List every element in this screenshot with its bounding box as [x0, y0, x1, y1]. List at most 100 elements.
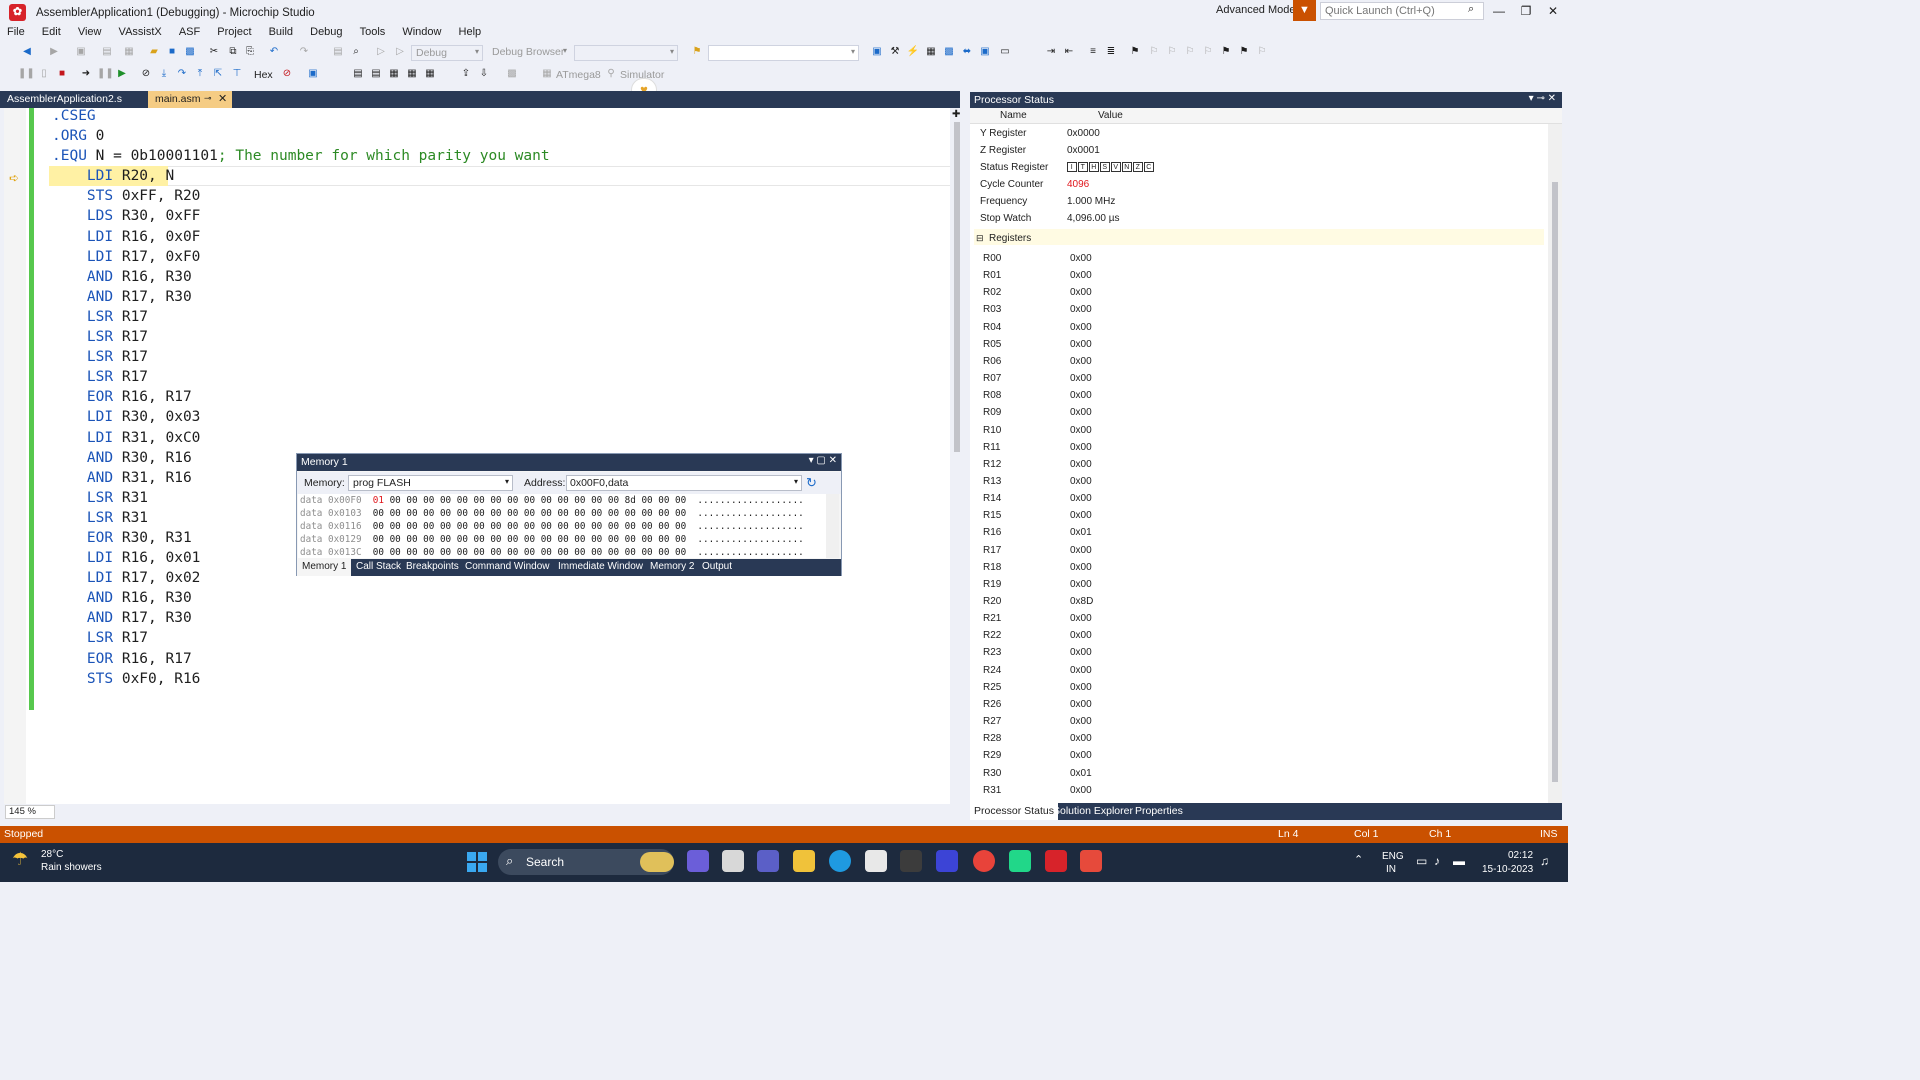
status-bit[interactable]: N: [1122, 162, 1132, 172]
prev-bookmark-icon[interactable]: ⚐: [1147, 45, 1161, 59]
copy-icon[interactable]: ⧉: [226, 45, 240, 59]
wand-icon[interactable]: ⚡: [906, 45, 920, 59]
close-button[interactable]: ✕: [1542, 4, 1564, 18]
code-line[interactable]: LDI R17, 0xF0: [52, 247, 550, 267]
source-code[interactable]: .CSEG .ORG 0 .EQU N = 0b10001101; The numb…: [52, 106, 550, 689]
editor-horizontal-scrollbar[interactable]: [56, 805, 950, 819]
disassembly-icon[interactable]: ⊘: [139, 67, 153, 81]
store-icon[interactable]: [865, 850, 887, 872]
calculator-icon[interactable]: ▦: [924, 45, 938, 59]
name-column-header[interactable]: Name: [1000, 110, 1027, 121]
panel-tab[interactable]: Processor Status: [970, 803, 1058, 820]
task-view-icon[interactable]: [722, 850, 744, 872]
open-folder-icon[interactable]: ▰: [147, 45, 161, 59]
register-value[interactable]: 0x00: [1070, 510, 1092, 521]
menu-file[interactable]: File: [0, 24, 32, 40]
memory-window-controls[interactable]: ▾ ▢ ✕: [809, 455, 837, 466]
status-value[interactable]: 4,096.00 µs: [1067, 213, 1119, 224]
code-line[interactable]: .ORG 0: [52, 126, 550, 146]
refresh-icon[interactable]: ↻: [806, 475, 817, 491]
tools-icon[interactable]: ⚒: [888, 45, 902, 59]
device-down-icon[interactable]: ⇩: [477, 67, 491, 81]
paste-icon[interactable]: ⎘: [243, 45, 257, 59]
collapse-icon[interactable]: ⊟: [976, 233, 984, 244]
menu-debug[interactable]: Debug: [303, 24, 349, 40]
device-icon[interactable]: ▦: [540, 67, 554, 81]
back-icon[interactable]: ◀: [20, 45, 34, 59]
disable-bookmarks-icon[interactable]: ⚐: [1255, 45, 1269, 59]
register-value[interactable]: 0x00: [1070, 750, 1092, 761]
editor-scroll-thumb[interactable]: [954, 122, 960, 452]
register-value[interactable]: 0x00: [1070, 442, 1092, 453]
status-value[interactable]: 1.000 MHz: [1067, 196, 1115, 207]
clear-bookmarks-icon[interactable]: ⚑: [1237, 45, 1251, 59]
redo-icon[interactable]: ↷: [297, 45, 311, 59]
code-line[interactable]: LDI R31, 0xC0: [52, 428, 550, 448]
step-over-icon[interactable]: ↷: [175, 67, 189, 81]
indicator-margin[interactable]: [4, 108, 26, 804]
status-value[interactable]: 0x0000: [1067, 128, 1100, 139]
configuration-dropdown[interactable]: Debug: [411, 45, 483, 61]
panel-window-controls[interactable]: ▾ ⊸ ✕: [1529, 93, 1556, 104]
code-line[interactable]: LDI R20, N: [52, 166, 550, 186]
processor-scroll-thumb[interactable]: [1552, 182, 1558, 782]
code-line[interactable]: STS 0xFF, R20: [52, 186, 550, 206]
bookmark-icon[interactable]: ⚑: [1128, 45, 1142, 59]
register-value[interactable]: 0x00: [1070, 253, 1092, 264]
window-layout-icon[interactable]: ▭: [998, 45, 1012, 59]
menu-help[interactable]: Help: [452, 24, 489, 40]
zoom-level[interactable]: 145 %: [5, 805, 55, 819]
panel-tab[interactable]: Properties: [1131, 803, 1187, 820]
menu-project[interactable]: Project: [210, 24, 258, 40]
memory-icon[interactable]: ▦: [405, 67, 419, 81]
tool-icon[interactable]: ⚲: [604, 67, 618, 81]
comment-icon[interactable]: ≡: [1086, 45, 1100, 59]
solution-icon[interactable]: ⚑: [690, 45, 704, 59]
split-icon[interactable]: ✚: [952, 109, 960, 120]
status-bit[interactable]: V: [1111, 162, 1121, 172]
volume-icon[interactable]: ♪: [1434, 854, 1440, 868]
memory-row[interactable]: data 0x013C 00 00 00 00 00 00 00 00 00 0…: [300, 547, 804, 558]
show-next-statement-icon[interactable]: ➜: [79, 67, 93, 81]
register-value[interactable]: 0x8D: [1070, 596, 1093, 607]
hex-toggle[interactable]: Hex: [254, 69, 273, 81]
pycharm-icon[interactable]: [1009, 850, 1031, 872]
prev-bookmark-folder-icon[interactable]: ⚐: [1183, 45, 1197, 59]
breakpoints-window-icon[interactable]: ▣: [306, 67, 320, 81]
language-indicator[interactable]: ENG: [1382, 851, 1404, 862]
battery-icon[interactable]: ▬: [1453, 854, 1465, 868]
memory-title-bar[interactable]: Memory 1 ▾ ▢ ✕: [297, 454, 841, 471]
search-icon[interactable]: ⌕: [1468, 3, 1474, 16]
tool-tab[interactable]: Immediate Window: [553, 559, 648, 576]
menu-vassistx[interactable]: VAssistX: [112, 24, 169, 40]
device-up-icon[interactable]: ⇪: [459, 67, 473, 81]
status-bit[interactable]: T: [1078, 162, 1088, 172]
close-tab-icon[interactable]: ✕: [218, 92, 227, 105]
register-value[interactable]: 0x00: [1070, 493, 1092, 504]
register-value[interactable]: 0x00: [1070, 390, 1092, 401]
stop-debugging-icon[interactable]: ■: [55, 67, 69, 81]
register-value[interactable]: 0x00: [1070, 733, 1092, 744]
register-value[interactable]: 0x00: [1070, 579, 1092, 590]
menu-build[interactable]: Build: [262, 24, 300, 40]
code-line[interactable]: STS 0xF0, R16: [52, 669, 550, 689]
next-bookmark-icon[interactable]: ⚐: [1165, 45, 1179, 59]
register-value[interactable]: 0x00: [1070, 665, 1092, 676]
copilot-icon[interactable]: [687, 850, 709, 872]
code-line[interactable]: LSR R17: [52, 367, 550, 387]
code-line[interactable]: EOR R16, R17: [52, 649, 550, 669]
memory-row[interactable]: data 0x0116 00 00 00 00 00 00 00 00 00 0…: [300, 521, 804, 532]
vs-code-style-icon[interactable]: [936, 850, 958, 872]
new-file-icon[interactable]: ▦: [122, 45, 136, 59]
pin-icon[interactable]: ⊸: [204, 93, 212, 104]
register-value[interactable]: 0x00: [1070, 562, 1092, 573]
maximize-button[interactable]: ❐: [1515, 4, 1537, 18]
menu-edit[interactable]: Edit: [35, 24, 68, 40]
region-indicator[interactable]: IN: [1386, 864, 1396, 875]
bookmark-doc-icon[interactable]: ⚑: [1219, 45, 1233, 59]
register-value[interactable]: 0x00: [1070, 304, 1092, 315]
microchip-studio-taskbar-icon[interactable]: [1045, 850, 1067, 872]
find-in-files-icon[interactable]: ▤: [331, 45, 345, 59]
menu-view[interactable]: View: [71, 24, 109, 40]
register-value[interactable]: 0x00: [1070, 785, 1092, 796]
